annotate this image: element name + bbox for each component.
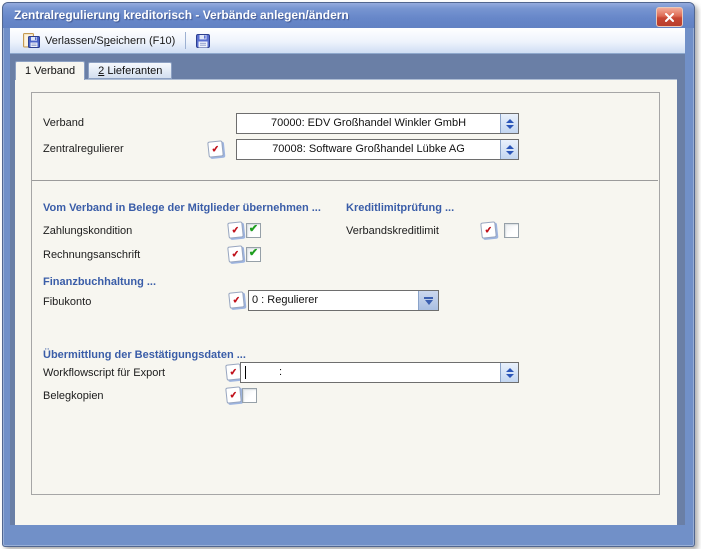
dropdown-arrow-icon — [425, 300, 433, 305]
verbandskreditlimit-modified-flag-icon[interactable]: ✔ — [480, 221, 497, 238]
zahlungskondition-checkbox[interactable]: ✔ — [246, 223, 261, 238]
section-uebermittlung-header: Übermittlung der Bestätigungsdaten ... — [43, 349, 246, 361]
zentralregulierer-modified-flag-icon[interactable]: ✔ — [207, 140, 224, 157]
section-finanzbuchhaltung-header: Finanzbuchhaltung ... — [43, 276, 156, 288]
red-check-icon: ✔ — [229, 367, 237, 377]
zentralregulierer-combo-value: 70008: Software Großhandel Lübke AG — [237, 140, 500, 159]
verbandskreditlimit-checkbox[interactable] — [504, 223, 519, 238]
green-check-icon: ✔ — [249, 248, 258, 259]
tab-strip: 1 Verband 2 Lieferanten — [15, 61, 172, 79]
close-icon — [665, 13, 674, 22]
window-title: Zentralregulierung kreditorisch - Verbän… — [14, 8, 349, 22]
exit-save-label: Verlassen/Speichern (F10) — [45, 35, 175, 47]
workflowscript-label: Workflowscript für Export — [43, 367, 165, 379]
zentralregulierer-combo[interactable]: 70008: Software Großhandel Lübke AG — [236, 139, 519, 160]
belegkopien-label: Belegkopien — [43, 390, 104, 402]
title-bar[interactable]: Zentralregulierung kreditorisch - Verbän… — [3, 3, 694, 28]
tab-lieferanten-label: 2 Lieferanten — [98, 65, 162, 77]
app-window: Zentralregulierung kreditorisch - Verbän… — [2, 2, 695, 547]
tab-panel-verband: Verband 70000: EDV Großhandel Winkler Gm… — [15, 79, 677, 525]
red-check-icon: ✔ — [231, 249, 239, 259]
rechnungsanschrift-modified-flag-icon[interactable]: ✔ — [227, 245, 244, 262]
close-button[interactable] — [656, 7, 683, 27]
fibukonto-label: Fibukonto — [43, 296, 91, 308]
toolbar: Verlassen/Speichern (F10) — [10, 28, 685, 54]
rechnungsanschrift-checkbox[interactable]: ✔ — [246, 247, 261, 262]
red-check-icon: ✔ — [211, 144, 219, 154]
belegkopien-checkbox[interactable] — [242, 388, 257, 403]
section-separator — [32, 180, 658, 181]
spin-down-icon — [506, 374, 514, 378]
text-caret — [245, 366, 246, 379]
workflowscript-input-value: : — [241, 363, 500, 382]
spin-up-icon — [506, 145, 514, 149]
exit-save-icon — [23, 33, 40, 48]
verbandskreditlimit-label: Verbandskreditlimit — [346, 225, 439, 237]
red-check-icon: ✔ — [484, 225, 492, 235]
workflowscript-input[interactable]: : — [240, 362, 519, 383]
verband-label: Verband — [43, 117, 84, 129]
fibukonto-dropdown-button[interactable] — [418, 291, 438, 310]
zentralregulierer-spinner-button[interactable] — [500, 140, 518, 159]
zentralregulierer-label: Zentralregulierer — [43, 143, 124, 155]
zahlungskondition-label: Zahlungskondition — [43, 225, 132, 237]
green-check-icon: ✔ — [249, 224, 258, 235]
save-icon — [196, 34, 210, 48]
belegkopien-modified-flag-icon[interactable]: ✔ — [225, 386, 242, 403]
rechnungsanschrift-label: Rechnungsanschrift — [43, 249, 140, 261]
tab-verband-label: 1 Verband — [25, 65, 75, 77]
red-check-icon: ✔ — [231, 225, 239, 235]
client-area: 1 Verband 2 Lieferanten Verband 70000: E… — [10, 54, 685, 525]
verband-combo-value: 70000: EDV Großhandel Winkler GmbH — [237, 114, 500, 133]
spin-up-icon — [506, 368, 514, 372]
spin-down-icon — [506, 151, 514, 155]
fibukonto-modified-flag-icon[interactable]: ✔ — [228, 291, 245, 308]
spin-down-icon — [506, 125, 514, 129]
section-uebernehmen-header: Vom Verband in Belege der Mitglieder übe… — [43, 202, 321, 214]
red-check-icon: ✔ — [229, 390, 237, 400]
workflowscript-spinner-button[interactable] — [500, 363, 518, 382]
tab-lieferanten[interactable]: 2 Lieferanten — [88, 62, 172, 79]
fibukonto-dropdown-value: 0 : Regulierer — [249, 291, 418, 310]
dropdown-arrow-icon — [424, 297, 433, 299]
tab-verband[interactable]: 1 Verband — [15, 61, 85, 80]
spin-up-icon — [506, 119, 514, 123]
zahlungskondition-modified-flag-icon[interactable]: ✔ — [227, 221, 244, 238]
section-kreditlimit-header: Kreditlimitprüfung ... — [346, 202, 454, 214]
screen: Zentralregulierung kreditorisch - Verbän… — [0, 0, 701, 549]
exit-save-button[interactable]: Verlassen/Speichern (F10) — [16, 30, 182, 51]
red-check-icon: ✔ — [232, 295, 240, 305]
fibukonto-dropdown[interactable]: 0 : Regulierer — [248, 290, 439, 311]
save-button[interactable] — [189, 30, 217, 51]
verband-spinner-button[interactable] — [500, 114, 518, 133]
toolbar-separator — [185, 32, 186, 49]
verband-combo[interactable]: 70000: EDV Großhandel Winkler GmbH — [236, 113, 519, 134]
